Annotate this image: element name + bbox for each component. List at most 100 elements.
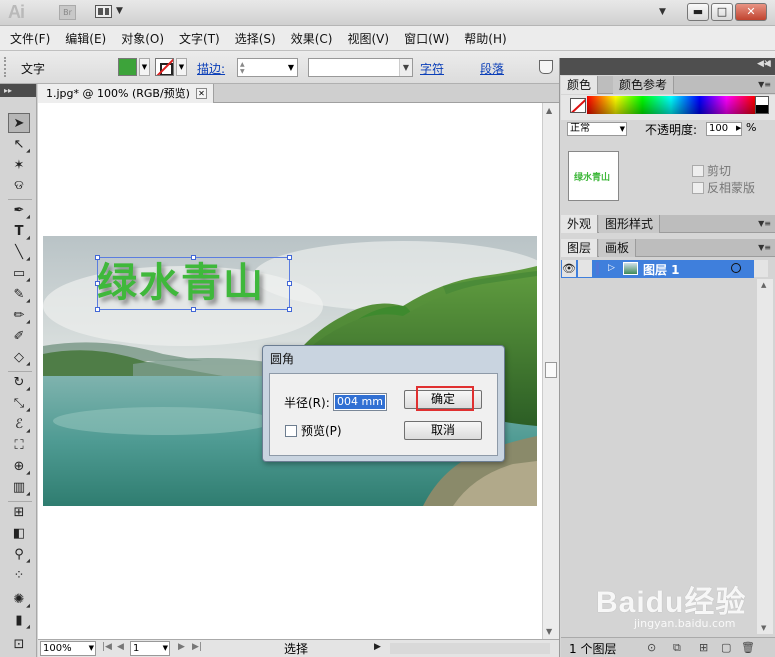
object-thumbnail[interactable]: 绿水青山 bbox=[568, 151, 619, 201]
close-tab-icon[interactable]: ✕ bbox=[195, 88, 207, 99]
menu-file[interactable]: 文件(F) bbox=[10, 30, 58, 47]
stroke-weight-stepper[interactable]: ▲ ▼ ▼ bbox=[237, 58, 298, 77]
opacity-arrow-icon[interactable]: ▶ bbox=[736, 124, 741, 132]
maximize-button[interactable]: □ bbox=[711, 3, 733, 21]
rotate-tool-icon[interactable]: ↻ ◢ bbox=[8, 373, 30, 393]
blob-brush-tool-icon[interactable]: ✐ bbox=[8, 327, 30, 347]
menu-window[interactable]: 窗口(W) bbox=[404, 30, 457, 47]
menu-select[interactable]: 选择(S) bbox=[235, 30, 284, 47]
minimize-button[interactable]: ▬ bbox=[687, 3, 709, 21]
fill-color-swatch[interactable] bbox=[118, 58, 137, 76]
pen-tool-icon[interactable]: ✒ ◢ bbox=[8, 201, 30, 221]
tab-color-guide[interactable]: 颜色参考 bbox=[613, 76, 675, 94]
blend-mode-select[interactable]: 正常 ▼ bbox=[567, 122, 627, 136]
type-tool-icon[interactable]: T ◢ bbox=[8, 222, 30, 242]
first-artboard-icon[interactable]: |◀ bbox=[102, 642, 112, 652]
scroll-up-icon[interactable]: ▲ bbox=[761, 281, 766, 289]
scroll-down-icon[interactable]: ▼ bbox=[761, 624, 766, 632]
preview-label[interactable]: 预览(P) bbox=[301, 422, 342, 439]
chevron-down-icon[interactable]: ▼ bbox=[620, 123, 625, 135]
status-text[interactable]: 选择 bbox=[284, 642, 308, 656]
blend-tool-icon[interactable]: ⁘ bbox=[8, 566, 30, 586]
invert-mask-row[interactable]: 反相蒙版 bbox=[692, 179, 755, 196]
free-transform-tool-icon[interactable]: ⛶ bbox=[8, 436, 30, 456]
stroke-chevron-down-icon[interactable]: ▼ bbox=[176, 58, 187, 76]
chevron-down-icon[interactable]: ▼ bbox=[89, 642, 94, 655]
panel-menu-icon[interactable]: ▼≡ bbox=[758, 243, 771, 252]
line-tool-icon[interactable]: ╲ ◢ bbox=[8, 243, 30, 263]
menu-type[interactable]: 文字(T) bbox=[179, 30, 228, 47]
panel-menu-icon[interactable]: ▼≡ bbox=[758, 80, 771, 89]
close-panel-icon[interactable]: ✕ bbox=[763, 59, 771, 69]
tab-color[interactable]: 颜色 bbox=[561, 76, 599, 94]
fill-chevron-down-icon[interactable]: ▼ bbox=[139, 58, 150, 76]
zoom-select[interactable]: 100% ▼ bbox=[40, 641, 96, 656]
tab-artboards[interactable]: 画板 bbox=[599, 239, 637, 257]
tools-panel-header[interactable]: ▸▸ bbox=[0, 84, 36, 97]
menu-view[interactable]: 视图(V) bbox=[347, 30, 397, 47]
tab-appearance[interactable]: 外观 bbox=[561, 215, 599, 233]
scroll-up-icon[interactable]: ▲ bbox=[546, 106, 552, 115]
eraser-tool-icon[interactable]: ◇ ◢ bbox=[8, 348, 30, 368]
locate-object-icon[interactable]: ⊙ bbox=[647, 641, 656, 654]
chevron-down-icon[interactable]: ▼ bbox=[399, 59, 412, 76]
stroke-link[interactable]: 描边: bbox=[197, 60, 225, 77]
target-circle-icon[interactable] bbox=[731, 263, 741, 273]
close-button[interactable]: ✕ bbox=[735, 3, 767, 21]
shape-builder-tool-icon[interactable]: ⊕ ◢ bbox=[8, 457, 30, 477]
scale-tool-icon[interactable]: ⤡ ◢ bbox=[8, 394, 30, 414]
stepper-arrows-icon[interactable]: ▲ ▼ bbox=[240, 61, 245, 75]
envelope-warp-icon[interactable] bbox=[539, 60, 553, 74]
preview-checkbox[interactable] bbox=[285, 424, 297, 437]
menu-edit[interactable]: 编辑(E) bbox=[65, 30, 114, 47]
radius-input[interactable]: 004 mm bbox=[333, 393, 387, 411]
new-layer-icon[interactable]: ▢ bbox=[721, 641, 731, 654]
selection-tool-icon[interactable]: ➤ bbox=[8, 113, 30, 133]
tab-layers[interactable]: 图层 bbox=[561, 239, 599, 257]
black-white-swatch[interactable] bbox=[755, 96, 769, 114]
visibility-eye-icon[interactable]: 👁 bbox=[562, 260, 576, 277]
gradient-tool-icon[interactable]: ◧ bbox=[8, 524, 30, 544]
arrange-documents-icon[interactable] bbox=[95, 5, 112, 18]
new-sublayer-icon[interactable]: ⊞ bbox=[699, 641, 708, 654]
artboard-tool-icon[interactable]: ⊡ bbox=[8, 635, 30, 655]
scroll-down-icon[interactable]: ▼ bbox=[546, 627, 552, 636]
menu-object[interactable]: 对象(O) bbox=[121, 30, 172, 47]
artboard-select[interactable]: 1 ▼ bbox=[130, 641, 170, 656]
graph-tool-icon[interactable]: ▥ ◢ bbox=[8, 478, 30, 498]
bridge-button[interactable]: Br bbox=[59, 5, 76, 20]
clip-checkbox[interactable] bbox=[692, 164, 704, 177]
cancel-button[interactable]: 取消 bbox=[404, 421, 482, 440]
color-panel-header[interactable]: ◀◀ ✕ bbox=[560, 58, 775, 75]
status-menu-icon[interactable]: ▶ bbox=[374, 642, 381, 652]
paragraph-link[interactable]: 段落 bbox=[480, 60, 504, 77]
clip-row[interactable]: 剪切 bbox=[692, 162, 731, 179]
delete-layer-icon[interactable]: 🗑 bbox=[741, 641, 755, 654]
character-link[interactable]: 字符 bbox=[420, 60, 444, 77]
invert-mask-checkbox[interactable] bbox=[692, 181, 704, 194]
none-color-swatch[interactable] bbox=[570, 98, 586, 113]
direct-selection-tool-icon[interactable]: ↖ ◢ bbox=[8, 135, 30, 155]
radius-value[interactable]: 004 mm bbox=[335, 395, 385, 409]
expand-layer-icon[interactable]: ▷ bbox=[608, 263, 615, 273]
chevron-down-icon[interactable]: ▼ bbox=[163, 642, 168, 655]
control-bar-grip[interactable] bbox=[4, 57, 8, 77]
selection-indicator[interactable] bbox=[754, 260, 768, 277]
chevron-down-icon[interactable]: ▼ bbox=[288, 63, 294, 72]
clipping-mask-icon[interactable]: ⧉ bbox=[673, 641, 681, 655]
mesh-tool-icon[interactable]: ⊞ bbox=[8, 503, 30, 523]
rectangle-tool-icon[interactable]: ▭ ◢ bbox=[8, 264, 30, 284]
panel-menu-icon[interactable]: ▼≡ bbox=[758, 219, 771, 228]
previous-artboard-icon[interactable]: ◀ bbox=[117, 642, 124, 652]
layers-scrollbar[interactable]: ▲ ▼ bbox=[757, 279, 773, 634]
layer-name[interactable]: 图层 1 bbox=[643, 261, 680, 278]
headline-text[interactable]: 绿水青山 bbox=[97, 250, 297, 308]
stroke-color-swatch[interactable] bbox=[155, 58, 174, 76]
lasso-tool-icon[interactable]: ଡ bbox=[8, 176, 30, 196]
preview-row[interactable]: 预览(P) bbox=[285, 422, 342, 439]
eyedropper-tool-icon[interactable]: ⚲ ◢ bbox=[8, 545, 30, 565]
magic-wand-tool-icon[interactable]: ✶ bbox=[8, 156, 30, 176]
last-artboard-icon[interactable]: ▶| bbox=[192, 642, 202, 652]
pencil-tool-icon[interactable]: ✏ ◢ bbox=[8, 306, 30, 326]
tab-graphic-styles[interactable]: 图形样式 bbox=[599, 215, 661, 233]
